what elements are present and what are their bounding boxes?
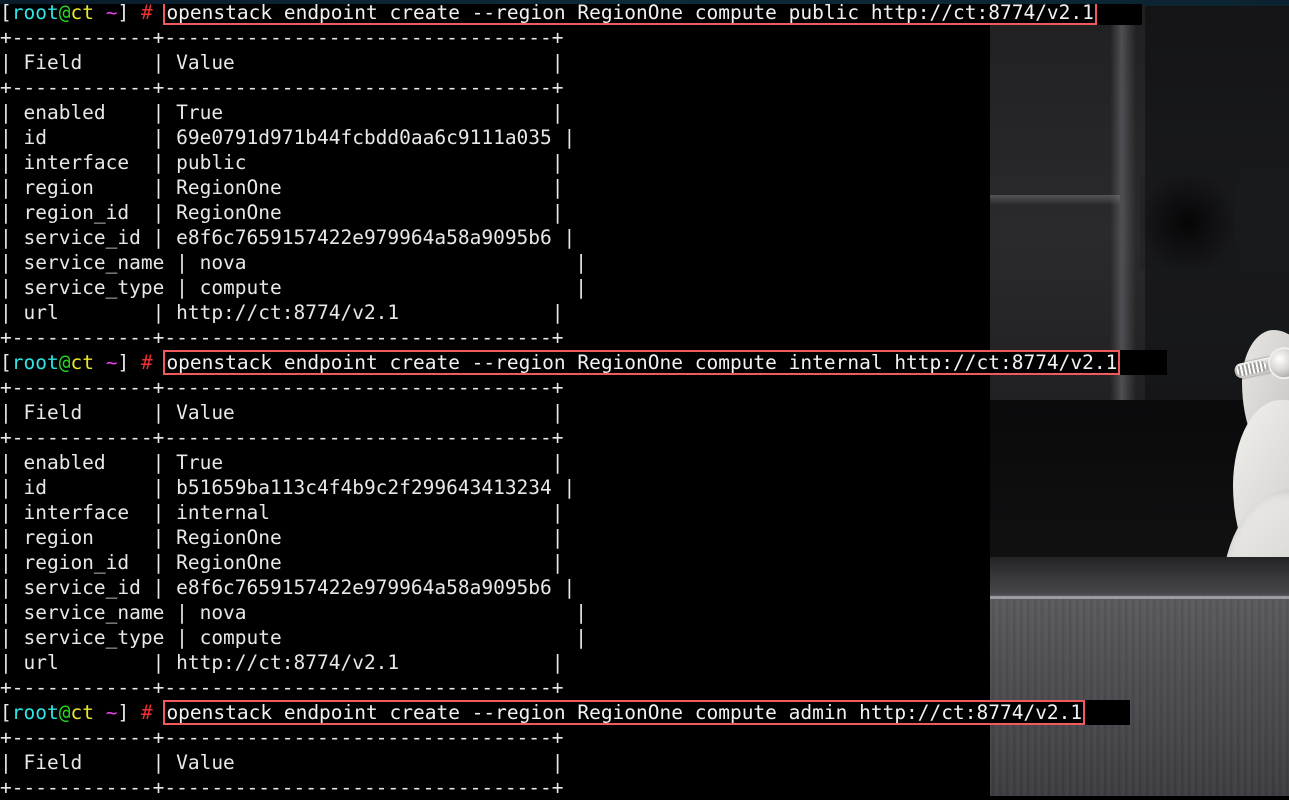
table-rule: +------------+--------------------------… [0,25,1289,50]
table-row: | enabled | True | [0,100,1289,125]
prompt-sigil: # [140,1,153,24]
prompt-sigil: # [140,351,153,374]
table-row: | service_id | e8f6c7659157422e979964a58… [0,226,576,249]
table-rule: +------------+--------------------------… [0,375,1289,400]
table-row: | service_type | compute | [0,276,587,299]
table-rule: +------------+--------------------------… [0,76,564,99]
table-row: | interface | internal | [0,500,1289,525]
table-rule: +------------+--------------------------… [0,75,1289,100]
table-row: | service_id | e8f6c7659157422e979964a58… [0,225,1289,250]
table-rule: +------------+--------------------------… [0,425,1289,450]
table-row: | enabled | True | [0,101,564,124]
table-row: | url | http://ct:8774/v2.1 | [0,650,1289,675]
command-highlight[interactable]: openstack endpoint create --region Regio… [163,700,1086,725]
table-row: | region | RegionOne | [0,176,564,199]
table-row: | enabled | True | [0,451,564,474]
table-row: | url | http://ct:8774/v2.1 | [0,301,564,324]
prompt-user: root [11,1,59,24]
table-row: | region | RegionOne | [0,175,1289,200]
table-rule: +------------+--------------------------… [0,376,564,399]
table-row: | id | b51659ba113c4f4b9c2f299643413234 … [0,475,1289,500]
table-row: | interface | public | [0,150,1289,175]
prompt-host: ct [70,351,94,374]
table-row: | service_id | e8f6c7659157422e979964a58… [0,575,1289,600]
command-line[interactable]: [root@ct ~] # openstack endpoint create … [0,700,1289,725]
table-row: | service_type | compute | [0,626,587,649]
table-row: | id | 69e0791d971b44fcbdd0aa6c9111a035 … [0,126,576,149]
table-rule: +------------+--------------------------… [0,725,1289,750]
table-row: | service_name | nova | [0,250,1289,275]
table-rule: +------------+--------------------------… [0,775,1289,800]
command-line[interactable]: [root@ct ~] # openstack endpoint create … [0,350,1289,375]
prompt-user: root [11,351,59,374]
terminal[interactable]: [root@ct ~] # openstack endpoint create … [0,0,1289,800]
table-rule: +------------+--------------------------… [0,26,564,49]
table-rule: +------------+--------------------------… [0,326,564,349]
table-row: | region_id | RegionOne | [0,201,564,224]
table-row: | region | RegionOne | [0,525,1289,550]
table-row: | region_id | RegionOne | [0,550,1289,575]
table-row: | id | 69e0791d971b44fcbdd0aa6c9111a035 … [0,125,1289,150]
prompt-host: ct [70,1,94,24]
table-row: | url | http://ct:8774/v2.1 | [0,651,564,674]
table-row: | service_name | nova | [0,600,1289,625]
table-row: | interface | internal | [0,501,564,524]
prompt-at: @ [58,701,71,724]
table-row: | service_id | e8f6c7659157422e979964a58… [0,576,576,599]
table-row: | region_id | RegionOne | [0,551,564,574]
prompt-open-bracket: [ [0,701,12,724]
window-top-strip [0,0,1289,4]
table-header: | Field | Value | [0,401,564,424]
prompt-at: @ [58,351,71,374]
prompt-user: root [11,701,59,724]
prompt-path: ~ [93,701,118,724]
table-row: | id | b51659ba113c4f4b9c2f299643413234 … [0,476,576,499]
table-rule: +------------+--------------------------… [0,325,1289,350]
table-rule: +------------+--------------------------… [0,675,1289,700]
table-row: | service_name | nova | [0,251,587,274]
table-header-row: | Field | Value | [0,750,1289,775]
prompt-close-bracket: ] [117,701,130,724]
table-row: | service_name | nova | [0,601,587,624]
table-header-row: | Field | Value | [0,400,1289,425]
table-row: | service_type | compute | [0,275,1289,300]
table-header: | Field | Value | [0,751,564,774]
table-row: | region_id | RegionOne | [0,200,1289,225]
table-row: | region | RegionOne | [0,526,564,549]
prompt-close-bracket: ] [117,351,130,374]
prompt-path: ~ [93,351,118,374]
prompt-open-bracket: [ [0,1,12,24]
table-row: | interface | public | [0,151,564,174]
table-row: | url | http://ct:8774/v2.1 | [0,300,1289,325]
prompt-sigil: # [140,701,153,724]
table-rule: +------------+--------------------------… [0,426,564,449]
prompt-close-bracket: ] [117,1,130,24]
prompt-at: @ [58,1,71,24]
table-rule: +------------+--------------------------… [0,726,564,749]
command-highlight[interactable]: openstack endpoint create --region Regio… [163,350,1121,375]
table-header-row: | Field | Value | [0,50,1289,75]
table-row: | enabled | True | [0,450,1289,475]
table-rule: +------------+--------------------------… [0,676,564,699]
table-header: | Field | Value | [0,51,564,74]
prompt-open-bracket: [ [0,351,12,374]
prompt-path: ~ [93,1,118,24]
prompt-host: ct [70,701,94,724]
table-row: | service_type | compute | [0,625,1289,650]
